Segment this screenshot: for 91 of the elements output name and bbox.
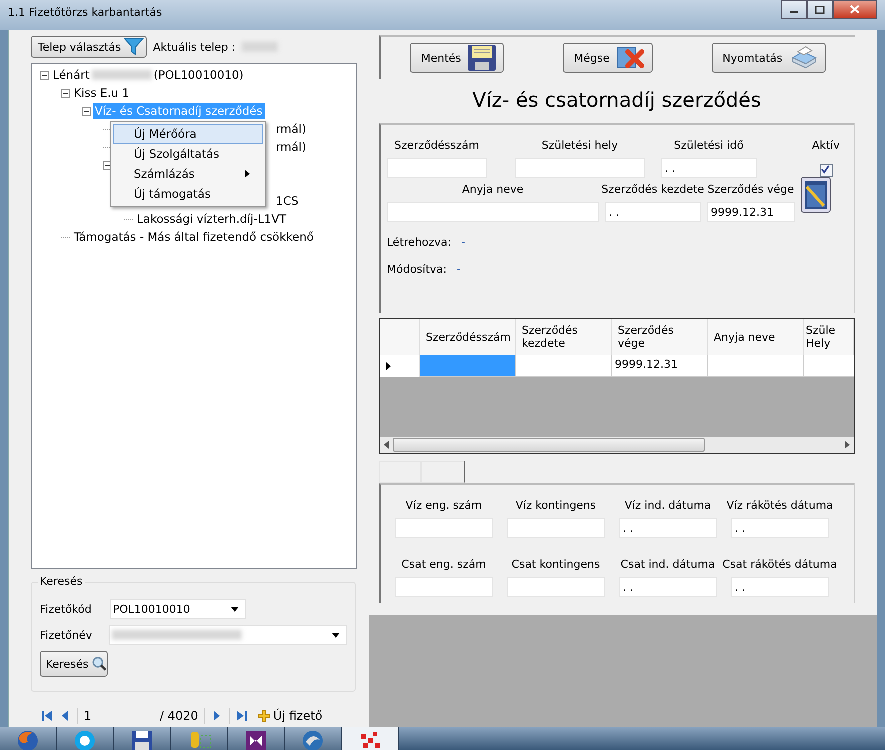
input-field[interactable] <box>387 202 599 222</box>
field-label: Születési hely <box>542 139 618 152</box>
field-label: Víz kontingens <box>516 499 596 512</box>
collapse-icon[interactable] <box>103 160 112 170</box>
field-label: Fizetőkód <box>40 602 93 616</box>
dropdown-arrow-icon <box>231 606 239 612</box>
maximize-button[interactable] <box>807 0 833 19</box>
input-field[interactable]: . . <box>619 577 717 597</box>
taskbar-button[interactable] <box>228 727 285 750</box>
input-field[interactable] <box>515 158 645 178</box>
input-field[interactable]: . . <box>731 518 829 538</box>
close-icon <box>850 5 860 14</box>
first-record-icon[interactable] <box>41 710 53 722</box>
collapse-icon[interactable] <box>61 88 70 98</box>
field-label: Aktív <box>812 139 840 152</box>
notebook-pencil-icon <box>804 180 828 210</box>
input-field[interactable]: . . <box>731 577 829 597</box>
tree-item[interactable]: 1CS <box>274 193 301 209</box>
site-select-button[interactable]: Telep választás <box>31 36 148 58</box>
print-button[interactable]: Nyomtatás <box>712 43 826 73</box>
current-site-label: Aktuális telep : <box>153 40 236 54</box>
taskbar-button[interactable] <box>57 727 114 750</box>
maximize-icon <box>815 6 825 14</box>
scrollbar-thumb[interactable] <box>393 438 705 452</box>
input-field[interactable]: . . <box>661 158 757 178</box>
filter-icon <box>124 38 144 56</box>
field-label: Szerződés kezdete <box>602 183 704 196</box>
field-label: Víz eng. szám <box>406 499 482 512</box>
input-field[interactable] <box>387 158 487 178</box>
field-label: Születési idő <box>674 139 744 152</box>
field-label: Csat eng. szám <box>402 558 486 571</box>
tree-item[interactable]: Kiss E.u 1 <box>72 85 132 101</box>
minimize-button[interactable] <box>781 0 807 19</box>
field-label: Fizetőnév <box>40 628 94 642</box>
field-label: Csat ind. dátuma <box>620 558 716 571</box>
table-cell: 9999.12.31 <box>612 355 708 377</box>
input-field[interactable]: . . <box>605 202 701 222</box>
created-label: Létrehozva: <box>387 236 452 249</box>
save-button[interactable]: Mentés <box>410 43 504 73</box>
taskbar-button[interactable] <box>114 727 171 750</box>
modified-value: - <box>457 263 461 276</box>
field-label: Csat kontingens <box>512 558 600 571</box>
menu-item[interactable]: Új Mérőóra <box>113 124 263 144</box>
search-button[interactable]: Keresés <box>40 651 108 677</box>
tree-item-code: (POL10010010) <box>152 67 245 83</box>
input-field[interactable] <box>395 518 493 538</box>
field-label: Csat rákötés dátuma <box>722 558 838 571</box>
window-title: 1.1 Fizetőtörzs karbantartás <box>8 6 162 19</box>
input-field[interactable] <box>395 577 493 597</box>
active-checkbox[interactable] <box>820 164 833 177</box>
tree-item[interactable]: Támogatás - Más által fizetendő csökkenő <box>72 229 316 245</box>
close-button[interactable] <box>833 0 877 19</box>
edit-button[interactable] <box>801 177 831 213</box>
payer-code-dropdown[interactable]: POL10010010 <box>110 599 246 619</box>
created-value: - <box>462 236 466 249</box>
menu-item[interactable]: Új Szolgáltatás <box>113 144 263 164</box>
group-title: Keresés <box>38 575 85 588</box>
redacted-text <box>92 70 152 80</box>
menu-item[interactable]: Számlázás <box>113 164 263 184</box>
tree-item[interactable]: Lakossági vízterh.díj-L1VT <box>135 211 288 227</box>
check-icon <box>820 165 830 174</box>
plus-icon <box>258 710 272 722</box>
input-field[interactable]: . . <box>619 518 717 538</box>
horizontal-scrollbar[interactable] <box>380 437 854 453</box>
form-heading: Víz- és csatornadíj szerződés <box>472 87 762 114</box>
input-field[interactable] <box>507 518 605 538</box>
field-label: Szerződésszám <box>394 139 480 152</box>
position-field[interactable]: 1 <box>84 709 154 723</box>
tree-item[interactable]: rmál) <box>274 121 308 137</box>
new-payer-button[interactable]: Új fizető <box>254 709 327 723</box>
tree-item[interactable]: Lénárt <box>51 67 92 83</box>
menu-item[interactable]: Új támogatás <box>113 184 263 204</box>
input-field[interactable] <box>507 577 605 597</box>
collapse-icon[interactable] <box>40 70 49 80</box>
scroll-right-icon[interactable] <box>845 441 850 449</box>
field-label: Víz ind. dátuma <box>624 499 712 512</box>
field-label: Anyja neve <box>462 183 524 196</box>
dropdown-arrow-icon <box>332 632 340 638</box>
field-label: Szerződés vége <box>708 183 794 196</box>
cancel-button[interactable]: Mégse <box>563 43 653 73</box>
field-label: Víz rákötés dátuma <box>726 499 834 512</box>
record-count: / 4020 <box>160 709 198 723</box>
tree-item[interactable]: rmál) <box>274 139 308 155</box>
last-record-icon[interactable] <box>236 710 248 722</box>
tab[interactable] <box>421 461 465 483</box>
taskbar-button[interactable] <box>342 727 399 750</box>
submenu-arrow-icon <box>245 170 250 178</box>
input-field[interactable]: 9999.12.31 <box>707 202 795 222</box>
scroll-left-icon[interactable] <box>384 441 389 449</box>
collapse-icon[interactable] <box>82 106 91 116</box>
modified-label: Módosítva: <box>387 263 447 276</box>
